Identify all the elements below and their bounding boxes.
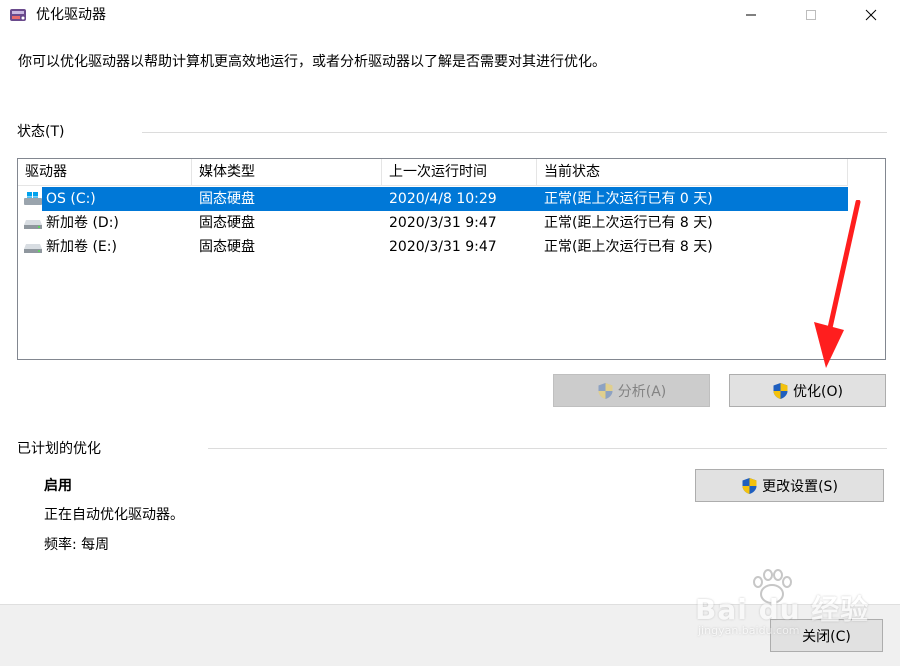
cell-media-type: 固态硬盘 bbox=[199, 191, 255, 207]
annotation-arrow-icon bbox=[814, 200, 861, 368]
drive-list-header: 驱动器 媒体类型 上一次运行时间 当前状态 bbox=[18, 159, 848, 186]
analyze-button[interactable]: 分析(A) bbox=[553, 374, 710, 407]
watermark-subtext: jingyan.baidu.com bbox=[698, 624, 800, 637]
column-header-current-state[interactable]: 当前状态 bbox=[537, 159, 848, 186]
drive-icon bbox=[24, 220, 42, 229]
uac-shield-icon bbox=[742, 477, 757, 494]
optimize-button-label: 优化(O) bbox=[793, 383, 843, 400]
schedule-frequency: 频率: 每周 bbox=[44, 537, 110, 553]
cell-media-type: 固态硬盘 bbox=[199, 215, 255, 231]
close-window-button[interactable] bbox=[848, 0, 894, 30]
watermark-text: Bai du 经验 bbox=[695, 593, 870, 626]
scheduled-group-divider bbox=[208, 448, 887, 449]
cell-drive: 新加卷 (E:) bbox=[46, 239, 117, 255]
uac-shield-icon bbox=[773, 382, 788, 399]
minimize-icon bbox=[746, 14, 756, 16]
window-title: 优化驱动器 bbox=[36, 7, 106, 23]
schedule-auto-text: 正在自动优化驱动器。 bbox=[44, 507, 184, 523]
title-bar: 优化驱动器 bbox=[0, 0, 900, 30]
cell-media-type: 固态硬盘 bbox=[199, 239, 255, 255]
cell-drive: OS (C:) bbox=[46, 191, 96, 207]
drive-list[interactable]: 驱动器 媒体类型 上一次运行时间 当前状态 OS (C:) 固态硬盘 2020/… bbox=[17, 158, 886, 360]
column-header-last-run[interactable]: 上一次运行时间 bbox=[382, 159, 537, 186]
change-settings-button-label: 更改设置(S) bbox=[762, 478, 838, 495]
maximize-button[interactable] bbox=[788, 0, 834, 30]
schedule-status: 启用 bbox=[44, 478, 72, 494]
scheduled-group-label: 已计划的优化 bbox=[17, 441, 101, 457]
analyze-button-label: 分析(A) bbox=[617, 383, 667, 400]
cell-current-state: 正常(距上次运行已有 8 天) bbox=[544, 239, 713, 255]
app-icon bbox=[10, 9, 26, 21]
cell-drive: 新加卷 (D:) bbox=[46, 215, 119, 231]
table-row[interactable]: 新加卷 (E:) 固态硬盘 2020/3/31 9:47 正常(距上次运行已有 … bbox=[18, 235, 848, 259]
cell-last-run: 2020/3/31 9:47 bbox=[389, 239, 497, 255]
cell-last-run: 2020/3/31 9:47 bbox=[389, 215, 497, 231]
uac-shield-icon bbox=[598, 382, 613, 399]
drive-icon bbox=[24, 244, 42, 253]
column-header-media-type[interactable]: 媒体类型 bbox=[192, 159, 382, 186]
status-group-divider bbox=[142, 132, 887, 133]
table-row[interactable]: 新加卷 (D:) 固态硬盘 2020/3/31 9:47 正常(距上次运行已有 … bbox=[18, 211, 848, 235]
windows-drive-icon bbox=[24, 192, 42, 205]
baidu-watermark: Bai du 经验 jingyan.baidu.com bbox=[690, 568, 900, 648]
cell-last-run: 2020/4/8 10:29 bbox=[389, 191, 497, 207]
change-settings-button[interactable]: 更改设置(S) bbox=[695, 469, 884, 502]
close-icon bbox=[865, 9, 877, 21]
minimize-button[interactable] bbox=[728, 0, 774, 30]
optimize-button[interactable]: 优化(O) bbox=[729, 374, 886, 407]
description-text: 你可以优化驱动器以帮助计算机更高效地运行，或者分析驱动器以了解是否需要对其进行优… bbox=[18, 54, 606, 70]
table-row[interactable]: OS (C:) 固态硬盘 2020/4/8 10:29 正常(距上次运行已有 0… bbox=[18, 187, 848, 211]
cell-current-state: 正常(距上次运行已有 8 天) bbox=[544, 215, 713, 231]
cell-current-state: 正常(距上次运行已有 0 天) bbox=[544, 191, 713, 207]
maximize-icon bbox=[806, 10, 816, 20]
status-group-label: 状态(T) bbox=[17, 124, 65, 140]
column-header-drive[interactable]: 驱动器 bbox=[18, 159, 192, 186]
